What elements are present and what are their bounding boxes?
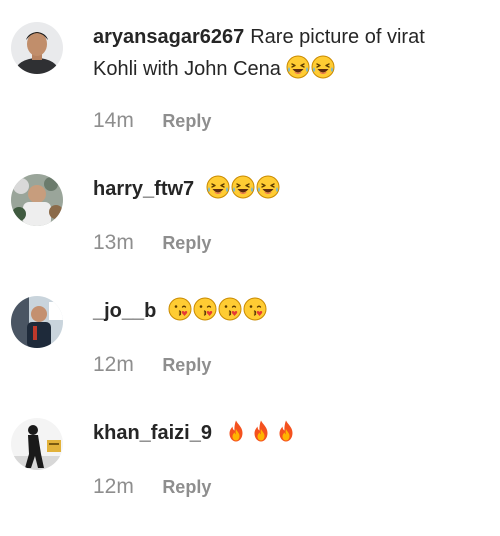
comment-timestamp: 13m [93,231,134,254]
reply-button[interactable]: Reply [162,106,211,136]
comment-timestamp: 12m [93,475,134,498]
reply-button[interactable]: Reply [162,350,211,380]
reply-button[interactable]: Reply [162,472,211,502]
kissing-face-emoji-icon [218,297,242,321]
comment-text-line-2: Kohli with John Cena [93,58,281,80]
avatar[interactable] [11,22,63,74]
fire-emoji-icon [229,420,243,442]
avatar[interactable] [11,418,63,470]
comment-username[interactable]: harry_ftw7 [93,178,194,200]
laughing-tears-emoji-icon [206,175,230,199]
emoji-group [286,55,336,80]
comment-username[interactable]: khan_faizi_9 [93,422,212,444]
kissing-face-emoji-icon [193,297,217,321]
emoji-group [168,297,268,322]
fire-emoji-icon [279,420,293,442]
comment-text: aryansagar6267 Rare picture of virat [93,21,480,53]
laughing-tears-emoji-icon [311,55,335,79]
laughing-tears-emoji-icon [231,175,255,199]
fire-emoji-icon [254,420,268,442]
comment-timestamp: 14m [93,109,134,132]
avatar[interactable] [11,174,63,226]
emoji-group [224,420,299,444]
laughing-tears-emoji-icon [256,175,280,199]
comment-username[interactable]: _jo__b [93,300,156,322]
comment-timestamp: 12m [93,353,134,376]
comment-username[interactable]: aryansagar6267 [93,26,244,48]
kissing-face-emoji-icon [168,297,192,321]
laughing-tears-emoji-icon [286,55,310,79]
emoji-group [206,175,281,200]
comment-text-line-1: Rare picture of virat [250,26,425,48]
reply-button[interactable]: Reply [162,228,211,258]
kissing-face-emoji-icon [243,297,267,321]
avatar[interactable] [11,296,63,348]
